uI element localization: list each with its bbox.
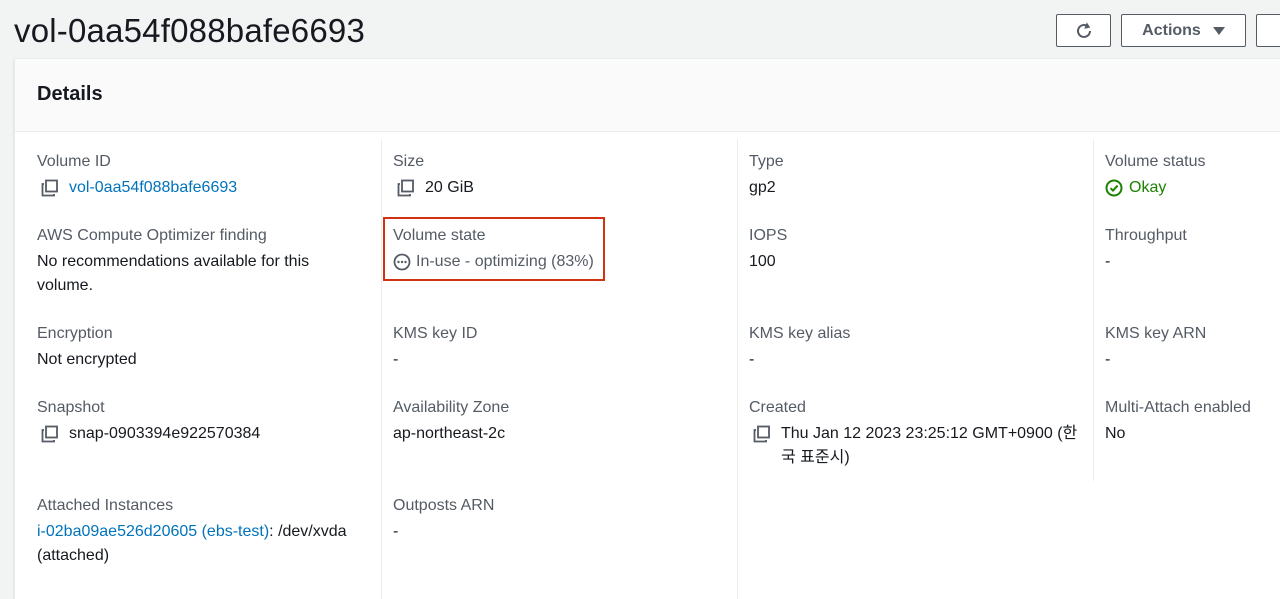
field-iops: IOPS 100 [749,225,1049,274]
field-label: Outposts ARN [393,497,495,514]
field-label: Type [749,153,784,170]
field-encryption: Encryption Not encrypted [37,323,337,372]
page-title: vol-0aa54f088bafe6693 [14,12,366,49]
field-multi-attach: Multi-Attach enabled No [1105,397,1280,446]
column-divider [1093,139,1094,481]
field-label: AWS Compute Optimizer finding [37,227,267,244]
field-label: Multi-Attach enabled [1105,399,1251,416]
copy-icon[interactable] [753,425,771,443]
caret-down-icon [1212,26,1225,35]
field-label: Size [393,153,425,170]
encryption-value: Not encrypted [37,351,137,368]
multi-attach-value: No [1105,425,1126,442]
more-button[interactable] [1256,14,1280,47]
field-throughput: Throughput - [1105,225,1280,274]
availability-zone-value: ap-northeast-2c [393,425,506,442]
details-panel: Details Volume ID vol-0aa54f088bafe6693 … [14,58,1280,599]
check-circle-icon [1105,179,1123,197]
field-label: Volume ID [37,153,111,170]
volume-status-value: Okay [1129,179,1167,196]
optimizer-value: No recommendations available for this vo… [37,253,310,294]
field-snapshot: Snapshot snap-0903394e922570384 [37,397,337,446]
throughput-value: - [1105,253,1111,270]
field-label: IOPS [749,227,788,244]
panel-title: Details [37,83,103,105]
volume-state-highlight-box [383,217,605,281]
field-created: Created Thu Jan 12 2023 23:25:12 GMT+090… [749,397,1079,470]
copy-icon[interactable] [41,425,59,443]
field-label: Attached Instances [37,497,174,514]
volume-id-link[interactable]: vol-0aa54f088bafe6693 [69,176,237,200]
snapshot-value: snap-0903394e922570384 [69,425,261,442]
outposts-arn-value: - [393,523,399,540]
actions-dropdown-button[interactable]: Actions [1121,14,1246,47]
field-kms-key-alias: KMS key alias - [749,323,1049,372]
field-optimizer-finding: AWS Compute Optimizer finding No recomme… [37,225,337,298]
field-type: Type gp2 [749,151,1049,200]
field-attached-instances: Attached Instances i-02ba09ae526d20605 (… [37,495,357,568]
field-volume-id: Volume ID vol-0aa54f088bafe6693 [37,151,337,200]
column-divider [381,139,382,599]
field-label: Throughput [1105,227,1187,244]
actions-label: Actions [1142,21,1201,39]
field-label: KMS key ID [393,325,478,342]
refresh-button[interactable] [1056,14,1111,47]
field-availability-zone: Availability Zone ap-northeast-2c [393,397,693,446]
kms-key-arn-value: - [1105,351,1111,368]
field-label: Encryption [37,325,113,342]
kms-key-id-value: - [393,351,399,368]
copy-icon[interactable] [397,179,415,197]
field-kms-key-id: KMS key ID - [393,323,693,372]
field-label: KMS key ARN [1105,325,1207,342]
field-label: KMS key alias [749,325,851,342]
field-label: Volume status [1105,153,1206,170]
refresh-icon [1076,21,1091,38]
field-label: Availability Zone [393,399,510,416]
panel-header: Details [15,59,1280,132]
field-label: Created [749,399,806,416]
created-value: Thu Jan 12 2023 23:25:12 GMT+0900 (한국 표준… [781,425,1078,466]
field-volume-status: Volume status Okay [1105,151,1280,200]
field-outposts-arn: Outposts ARN - [393,495,693,544]
field-kms-key-arn: KMS key ARN - [1105,323,1280,372]
iops-value: 100 [749,253,776,270]
field-size: Size 20 GiB [393,151,693,200]
type-value: gp2 [749,179,776,196]
copy-icon[interactable] [41,179,59,197]
column-divider [737,139,738,599]
field-label: Snapshot [37,399,105,416]
size-value: 20 GiB [425,179,474,196]
kms-key-alias-value: - [749,351,755,368]
instance-link[interactable]: i-02ba09ae526d20605 (ebs-test) [37,523,269,540]
